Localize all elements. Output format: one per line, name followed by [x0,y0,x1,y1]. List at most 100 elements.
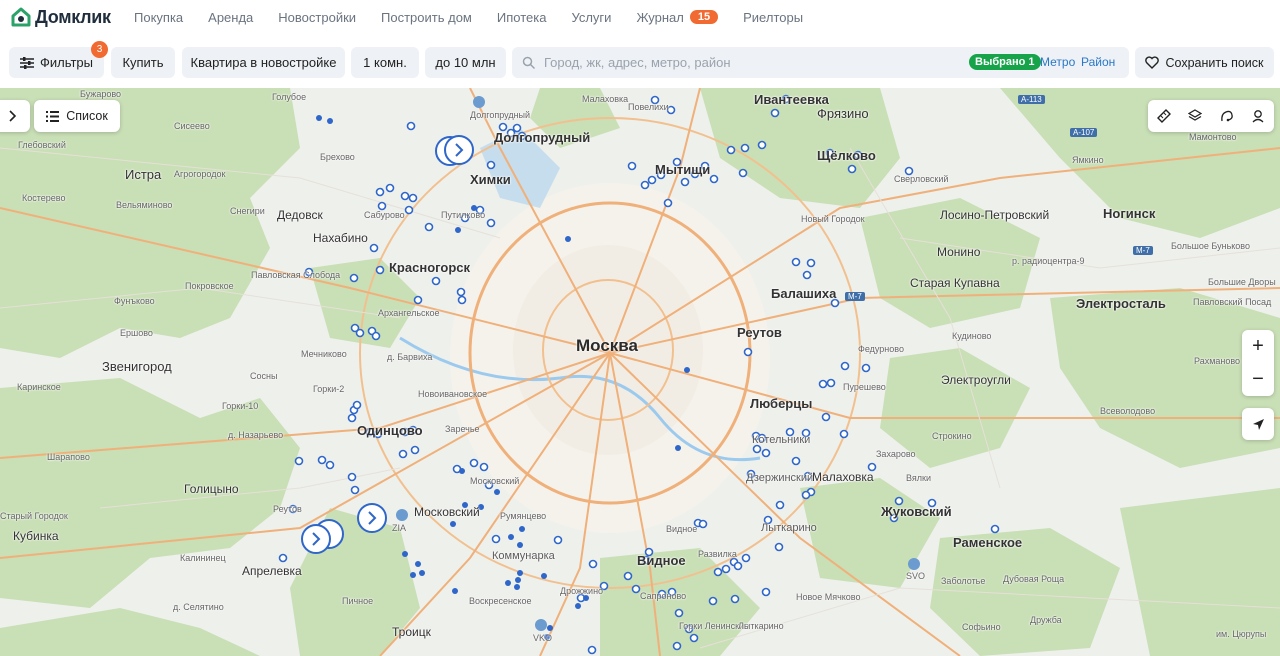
map-label-small: ZIA [392,523,407,533]
list-icon [46,110,60,122]
map-label-schelkovo: Щёлково [817,148,876,163]
map-label-kubinka: Кубинка [13,529,59,543]
person-pin-icon[interactable] [1251,109,1265,123]
map-label-small: им. Цюрупы [1216,629,1267,639]
map-area[interactable]: Москва Долгопрудный Химки Мытищи Ивантее… [0,88,1280,656]
map-label-lytkarino: Лыткарино [761,522,817,534]
filters-sliders-icon [19,56,34,69]
map-label-small: Большие Дворы [1208,277,1276,287]
map-label-nakhabino: Нахабино [313,231,368,245]
filter-bar: Фильтры 3 Купить Квартира в новостройке … [0,34,1280,88]
map-label-small: VKO [533,633,553,643]
map-label-small: Заречье [445,424,480,434]
map-label-small: Ямкино [1072,155,1104,165]
map-label-small: Вельяминово [116,200,173,210]
save-search-button[interactable]: Сохранить поиск [1135,47,1274,78]
map-label-small: Рахманово [1194,356,1241,366]
nav-rent[interactable]: Аренда [208,10,253,25]
filters-button[interactable]: Фильтры 3 [9,41,108,78]
nav-purchase[interactable]: Покупка [134,10,183,25]
deal-type-button[interactable]: Купить [111,47,175,78]
property-type-button[interactable]: Квартира в новостройке [182,47,345,78]
location-arrow-icon [1252,418,1264,430]
map-label-small: Московский [470,476,520,486]
draw-area-icon[interactable] [1220,109,1234,123]
map-label-moskovsky: Московский [414,505,480,519]
map-label-small: Развилка [698,549,737,559]
map-label-small: Калининец [180,553,226,563]
map-label-small: Покровское [185,281,234,291]
map-label-small: Сисеево [174,121,210,131]
map-label-small: Старый Городок [0,511,68,521]
sidebar-toggle-button[interactable] [0,100,30,132]
zoom-in-button[interactable]: + [1242,330,1274,363]
map-label-small: Малаховка [582,94,629,104]
nav-build-house[interactable]: Построить дом [381,10,472,25]
map-label-khimki: Химки [470,172,511,187]
price-button[interactable]: до 10 млн [425,47,506,78]
map-label-small: Захарово [876,449,916,459]
logo[interactable]: Домклик [10,6,122,28]
map-label-small: Лыткарино [738,621,784,631]
filters-label: Фильтры [39,55,93,70]
map-label-small: SVO [906,571,926,581]
map-label-odintsovo: Одинцово [357,423,423,438]
map-label-small: Сапроново [640,591,687,601]
map-label-elektrougli: Электроугли [941,373,1011,387]
map-label-small: Воскресенское [469,596,532,606]
map-label-small: Каринское [17,382,61,392]
map-label-lyubertsy: Люберцы [750,396,813,411]
nav-mortgage[interactable]: Ипотека [497,10,547,25]
logo-house-icon [11,7,31,27]
zoom-out-button[interactable]: − [1242,363,1274,396]
map-label-vidnoye: Видное [637,553,686,568]
map-label-monino: Монино [937,245,981,259]
map-label-zhukovsky: Жуковский [881,504,952,519]
district-link[interactable]: Район [1081,55,1115,69]
list-view-button[interactable]: Список [34,100,120,132]
map-label-small: Павловский Посад [1193,297,1272,307]
map-label-small: Шарапово [47,452,90,462]
map-label-moscow: Москва [576,336,638,355]
map-label-ivanteevka: Ивантеевка [754,92,829,107]
map-label-dzerzhinsky: Дзержинский [746,472,814,484]
road-note: р. радиоцентра-9 [1012,256,1085,266]
map-label-small: Снегири [230,206,265,216]
map-label-dedovsk: Дедовск [277,208,323,222]
map-label-zvenigorod: Звенигород [102,359,172,374]
map-label-small: Фунъково [114,296,155,306]
map-label-small: Софьино [962,622,1001,632]
map-label-small: Заболотье [941,576,986,586]
ruler-icon[interactable] [1156,109,1171,123]
locate-me-button[interactable] [1242,408,1274,440]
map-label-small: Дубовая Роща [1003,574,1065,584]
layers-icon[interactable] [1188,109,1203,123]
map-label-small: Сабурово [364,210,405,220]
map-label-small: Реутов [273,504,302,514]
map-label-small: д. Селятино [173,602,224,612]
map-label-malakhovka: Малаховка [812,470,874,484]
map-label-small: Глебовский [18,140,66,150]
nav-new-buildings[interactable]: Новостройки [278,10,356,25]
search-icon [522,56,536,69]
map-label-small: Кудиново [952,331,992,341]
selected-count-badge[interactable]: Выбрано 1 [969,54,1041,70]
map-label-small: Горки-10 [222,401,259,411]
top-navigation: Домклик Покупка Аренда Новостройки Постр… [0,0,1280,34]
map-label-small: Пурешево [843,382,886,392]
nav-services[interactable]: Услуги [571,10,611,25]
map-label-dolgoprudny: Долгопрудный [494,130,591,145]
map-label-losino: Лосино-Петровский [940,208,1050,222]
map-label-istra: Истра [125,167,162,182]
map-label-aprelevka: Апрелевка [242,564,302,578]
map-label-small: Горки-2 [313,384,345,394]
nav-journal[interactable]: Журнал 15 [636,10,719,25]
search-box: Выбрано 1 Метро Район [512,47,1129,78]
map-label-small: Румянцево [500,511,547,521]
save-search-label: Сохранить поиск [1165,55,1264,70]
search-input[interactable] [544,55,964,70]
map-label-balashikha: Балашиха [771,286,837,301]
rooms-button[interactable]: 1 комн. [351,47,419,78]
nav-realtors[interactable]: Риелторы [743,10,803,25]
metro-link[interactable]: Метро [1040,55,1075,69]
